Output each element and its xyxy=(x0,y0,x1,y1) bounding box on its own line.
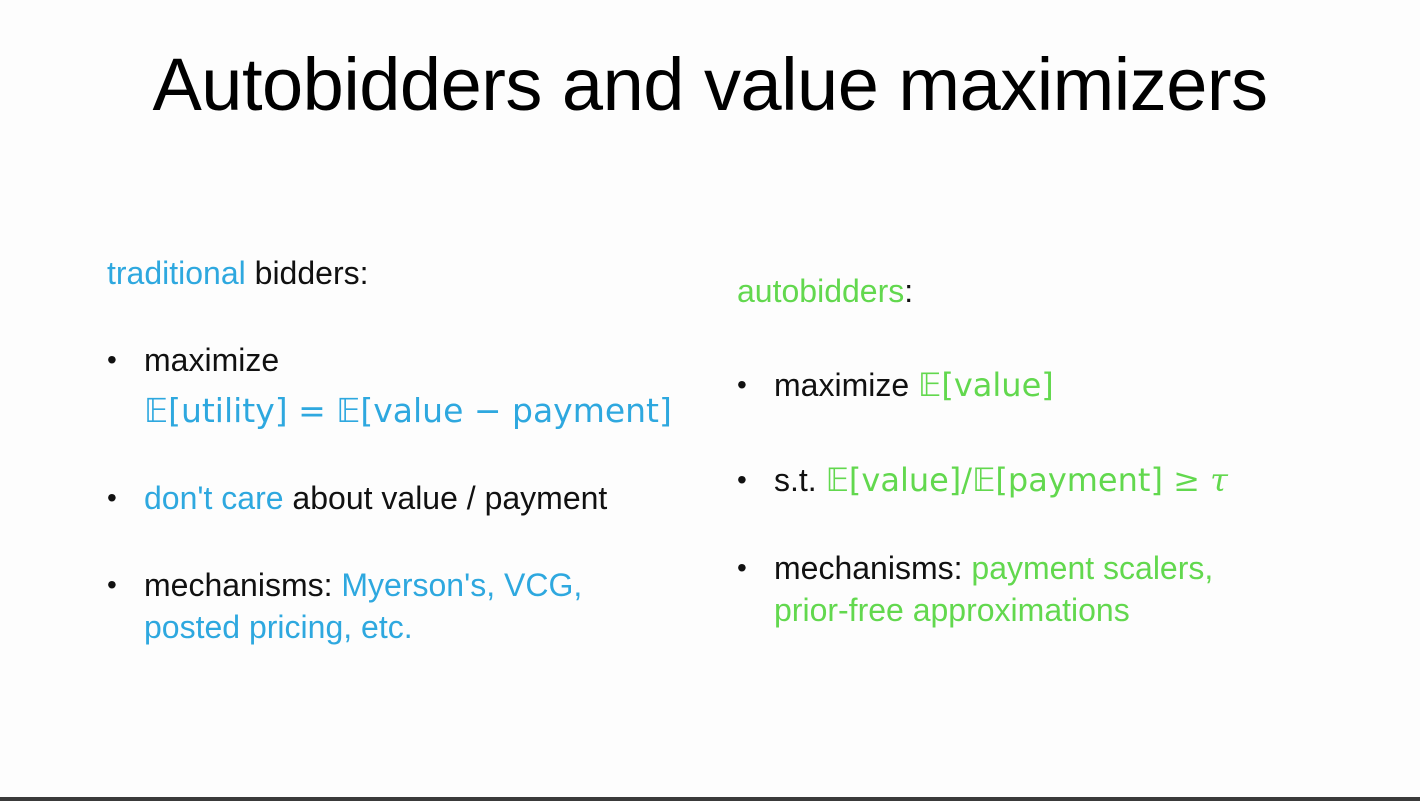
left-mechanisms-prefix: mechanisms: xyxy=(144,567,342,603)
bullet-dot: • xyxy=(737,369,747,400)
bullet-dot: • xyxy=(107,569,117,600)
right-heading-rest: : xyxy=(904,273,914,309)
right-mechanisms-prefix: mechanisms: xyxy=(774,550,972,586)
right-bullet-constraint: s.t. 𝔼[value]/𝔼[payment] ≥ τ xyxy=(774,459,1228,501)
left-heading-rest: bidders: xyxy=(245,255,369,291)
right-bullet-mechanisms: mechanisms: payment scalers, xyxy=(774,547,1213,589)
bullet-dot: • xyxy=(737,464,747,495)
left-dont-care-accent: don't care xyxy=(144,480,284,516)
left-utility-formula: 𝔼[utility] = 𝔼[value − payment] xyxy=(144,390,672,432)
right-constraint-tau: τ xyxy=(1210,461,1228,499)
left-mechanisms-list-line1: Myerson's, VCG, xyxy=(341,567,583,603)
left-heading-accent: traditional xyxy=(107,255,246,291)
slide: Autobidders and value maximizers traditi… xyxy=(0,0,1420,797)
bullet-dot: • xyxy=(107,482,117,513)
right-constraint-formula: 𝔼[value]/𝔼[payment] xyxy=(825,461,1163,499)
right-mechanisms-list-line2: prior-free approximations xyxy=(774,592,1130,628)
bullet-dot: • xyxy=(737,552,747,583)
left-bullet-dont-care: don't care about value / payment xyxy=(144,477,607,519)
right-maximize-prefix: maximize xyxy=(774,367,919,403)
bullet-dot: • xyxy=(107,344,117,375)
slide-title: Autobidders and value maximizers xyxy=(152,43,1268,126)
left-utility-formula-text: 𝔼[utility] = 𝔼[value − payment] xyxy=(144,391,672,430)
right-column-heading: autobidders: xyxy=(737,273,913,310)
left-column-heading: traditional bidders: xyxy=(107,255,368,292)
right-value-formula: 𝔼[value] xyxy=(918,366,1054,404)
left-mechanisms-list-line2: posted pricing, etc. xyxy=(144,609,413,645)
right-bullet-maximize: maximize 𝔼[value] xyxy=(774,364,1054,406)
right-mechanisms-list-line1: payment scalers, xyxy=(971,550,1214,586)
left-bullet-mechanisms: mechanisms: Myerson's, VCG, xyxy=(144,564,582,606)
right-heading-accent: autobidders xyxy=(737,273,905,309)
left-bullet-maximize-label: maximize xyxy=(144,342,280,378)
left-bullet-maximize: maximize xyxy=(144,339,279,381)
right-constraint-relation: ≥ xyxy=(1162,461,1211,499)
left-dont-care-rest: about value / payment xyxy=(283,480,608,516)
right-constraint-prefix: s.t. xyxy=(774,462,826,498)
bottom-border xyxy=(0,797,1420,801)
